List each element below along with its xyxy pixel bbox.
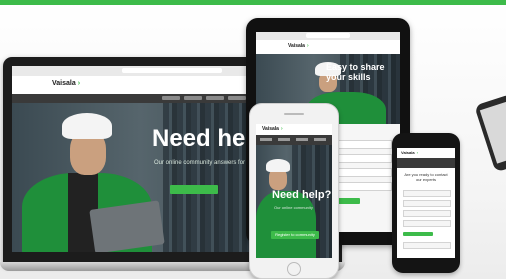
- address-bar[interactable]: [122, 68, 222, 73]
- address-bar[interactable]: [306, 33, 350, 38]
- form-field[interactable]: [403, 210, 451, 217]
- edge-phone-device: [474, 93, 506, 173]
- white-phone-device: Vaisala › Need help? Our online community…: [249, 103, 339, 279]
- form-title: Are you ready to contact our experts: [404, 172, 448, 182]
- chevron-right-icon: ›: [280, 126, 283, 132]
- tab-item[interactable]: [260, 138, 272, 141]
- tab-bar: [256, 135, 332, 145]
- chevron-right-icon: ›: [416, 150, 418, 155]
- tab-item[interactable]: [296, 138, 308, 141]
- cta-button[interactable]: [170, 185, 218, 194]
- cta-button[interactable]: Register to community: [271, 231, 319, 239]
- form-field[interactable]: [403, 242, 451, 249]
- chevron-right-icon: ›: [306, 43, 309, 49]
- site-logo[interactable]: Vaisala ›: [288, 43, 309, 49]
- logo-text: Vaisala: [52, 80, 76, 87]
- nav-item[interactable]: [228, 96, 246, 100]
- nav-item[interactable]: [162, 96, 180, 100]
- tab-item[interactable]: [278, 138, 290, 141]
- home-button[interactable]: [287, 262, 301, 276]
- hero-banner: Need help? Our online community Register…: [256, 145, 332, 258]
- technician-image: [22, 113, 165, 252]
- banner: [397, 158, 455, 168]
- form-field[interactable]: [403, 200, 451, 207]
- logo-text: Vaisala: [288, 43, 305, 49]
- logo-text: Vaisala: [262, 126, 279, 132]
- submit-button[interactable]: [403, 232, 433, 236]
- hero-title: Easy to share your skills: [326, 62, 385, 82]
- phone-screen: Vaisala › Need help? Our online community…: [256, 124, 332, 258]
- site-logo[interactable]: Vaisala ›: [262, 126, 283, 132]
- hero-subtitle: Our online community: [274, 205, 313, 210]
- chevron-right-icon: ›: [77, 80, 81, 87]
- site-logo[interactable]: Vaisala ›: [401, 150, 418, 155]
- speaker: [284, 113, 304, 115]
- form-field[interactable]: [403, 190, 451, 197]
- nav-item[interactable]: [184, 96, 202, 100]
- phone-screen: Vaisala › Are you ready to contact our ex…: [397, 148, 455, 258]
- site-header: Vaisala ›: [256, 40, 400, 55]
- logo-text: Vaisala: [401, 150, 415, 155]
- site-logo[interactable]: Vaisala ›: [52, 80, 80, 87]
- tab-item[interactable]: [314, 138, 326, 141]
- form-field[interactable]: [403, 220, 451, 227]
- hero-subtitle: Our online community answers for you: [154, 160, 257, 166]
- green-top-bar: [0, 0, 506, 5]
- nav-item[interactable]: [206, 96, 224, 100]
- hero-title: Need help?: [272, 189, 332, 201]
- black-phone-device: Vaisala › Are you ready to contact our ex…: [392, 133, 460, 273]
